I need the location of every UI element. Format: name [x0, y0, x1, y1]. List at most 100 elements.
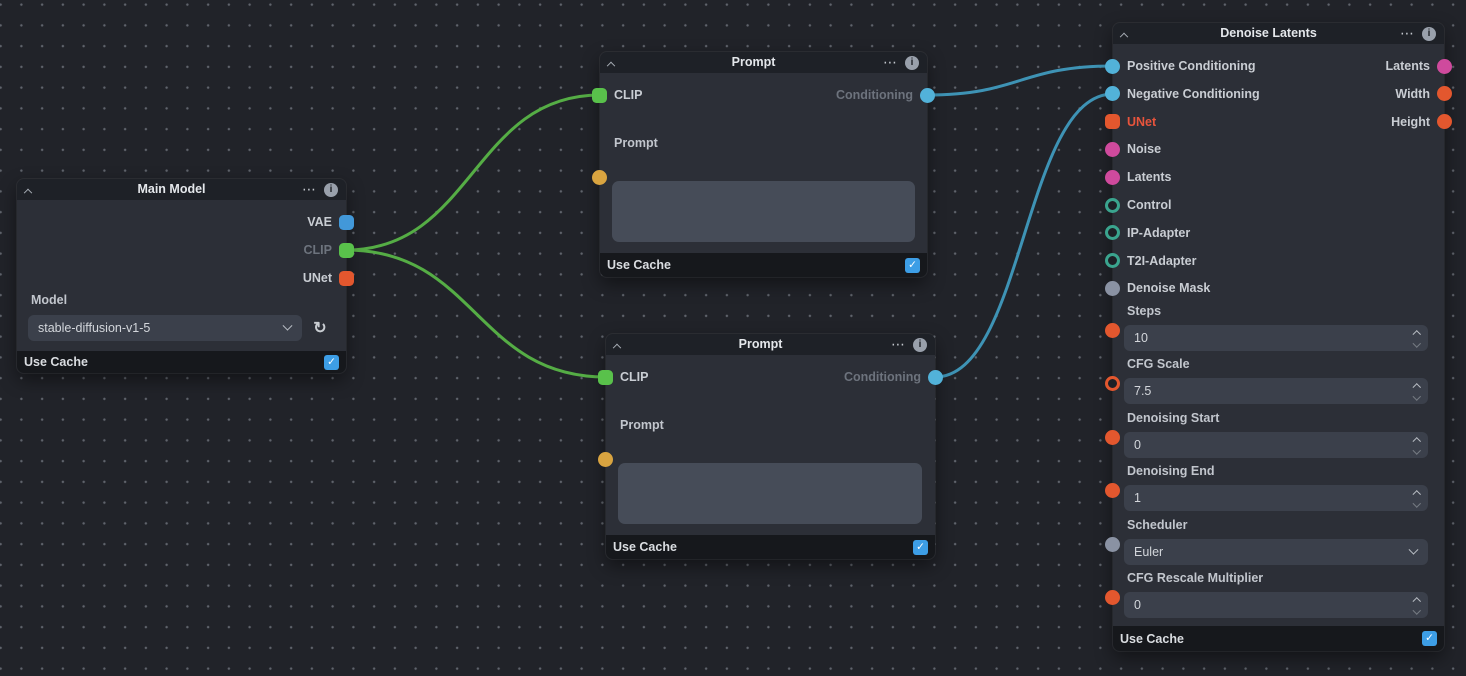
model-select[interactable]: stable-diffusion-v1-5 — [28, 315, 302, 341]
prompt-field-label: Prompt — [614, 135, 658, 152]
ip-adapter-input-handle[interactable] — [1105, 225, 1120, 240]
edge-prompt-2-conditioning-to-denoise-negative[interactable] — [935, 94, 1113, 377]
port-row-conditioning: Conditioning — [600, 82, 927, 108]
prompt-input-handle[interactable] — [592, 170, 607, 185]
cfg-rescale-value: 0 — [1134, 598, 1141, 612]
denoising-start-input[interactable]: 0 — [1124, 432, 1428, 458]
denoise-mask-input-handle[interactable] — [1105, 281, 1120, 296]
steps-label: Steps — [1127, 303, 1161, 320]
use-cache-label: Use Cache — [613, 540, 677, 554]
edge-prompt-1-conditioning-to-denoise-positive[interactable] — [927, 66, 1113, 95]
prompt-textarea[interactable] — [618, 463, 922, 524]
port-row-vae: VAE — [17, 209, 346, 235]
prompt-textarea[interactable] — [612, 181, 915, 242]
latents-output-handle[interactable] — [1437, 59, 1452, 74]
node-header[interactable]: Denoise Latents ⋯ i — [1113, 23, 1444, 44]
t2i-adapter-input-handle[interactable] — [1105, 253, 1120, 268]
node-title: Main Model — [47, 179, 296, 200]
port-row-clip: CLIP — [17, 237, 346, 263]
node-title: Denoise Latents — [1143, 23, 1394, 44]
clip-input-handle[interactable] — [598, 370, 613, 385]
use-cache-checkbox[interactable]: ✓ — [324, 355, 339, 370]
positive-conditioning-input-handle[interactable] — [1105, 59, 1120, 74]
clip-output-handle[interactable] — [339, 243, 354, 258]
port-row-noise: Noise — [1113, 136, 1444, 162]
use-cache-label: Use Cache — [24, 355, 88, 369]
conditioning-output-handle[interactable] — [928, 370, 943, 385]
node-info-icon[interactable]: i — [324, 183, 338, 197]
scheduler-input-handle[interactable] — [1105, 537, 1120, 552]
collapse-chevron-icon[interactable] — [608, 60, 620, 66]
cfg-scale-label: CFG Scale — [1127, 356, 1190, 373]
scheduler-value: Euler — [1134, 545, 1163, 559]
port-row-width-out: Width — [1113, 81, 1444, 107]
node-info-icon[interactable]: i — [913, 338, 927, 352]
node-header[interactable]: Main Model ⋯ i — [17, 179, 346, 200]
denoising-end-input[interactable]: 1 — [1124, 485, 1428, 511]
latents-input-handle[interactable] — [1105, 170, 1120, 185]
node-prompt-1: Prompt ⋯ i CLIP Conditioning Prompt Use … — [600, 52, 927, 277]
cfg-rescale-input-handle[interactable] — [1105, 590, 1120, 605]
node-header[interactable]: Prompt ⋯ i — [606, 334, 935, 355]
control-input-handle[interactable] — [1105, 198, 1120, 213]
prompt-input-handle[interactable] — [598, 452, 613, 467]
stepper-icons[interactable] — [1414, 598, 1420, 613]
cfg-rescale-label: CFG Rescale Multiplier — [1127, 570, 1263, 587]
width-output-handle[interactable] — [1437, 86, 1452, 101]
denoising-start-input-handle[interactable] — [1105, 430, 1120, 445]
refresh-models-icon[interactable]: ↻ — [309, 317, 331, 339]
stepper-icons[interactable] — [1414, 384, 1420, 399]
chevron-down-icon — [1410, 542, 1417, 556]
node-menu-icon[interactable]: ⋯ — [891, 337, 905, 351]
use-cache-checkbox[interactable]: ✓ — [913, 540, 928, 555]
denoising-end-label: Denoising End — [1127, 463, 1215, 480]
stepper-icons[interactable] — [1414, 438, 1420, 453]
collapse-chevron-icon[interactable] — [25, 187, 37, 193]
node-header[interactable]: Prompt ⋯ i — [600, 52, 927, 73]
port-row-ip-adapter: IP-Adapter — [1113, 220, 1444, 246]
node-menu-icon[interactable]: ⋯ — [302, 182, 316, 196]
conditioning-output-handle[interactable] — [920, 88, 935, 103]
edge-main-model-clip-to-prompt-2-clip[interactable] — [346, 250, 606, 377]
workflow-canvas[interactable]: Main Model ⋯ i VAE CLIP UNet Model stabl… — [0, 0, 1466, 676]
steps-input-handle[interactable] — [1105, 323, 1120, 338]
steps-input[interactable]: 10 — [1124, 325, 1428, 351]
node-menu-icon[interactable]: ⋯ — [1400, 26, 1414, 40]
use-cache-checkbox[interactable]: ✓ — [1422, 631, 1437, 646]
collapse-chevron-icon[interactable] — [614, 342, 626, 348]
port-row-unet: UNet — [17, 265, 346, 291]
denoising-start-label: Denoising Start — [1127, 410, 1219, 427]
stepper-icons[interactable] — [1414, 491, 1420, 506]
negative-conditioning-input-handle[interactable] — [1105, 86, 1120, 101]
use-cache-checkbox[interactable]: ✓ — [905, 258, 920, 273]
port-row-height-out: Height — [1113, 109, 1444, 135]
check-icon: ✓ — [916, 541, 925, 553]
port-row-control: Control — [1113, 192, 1444, 218]
unet-input-handle[interactable] — [1105, 114, 1120, 129]
node-title: Prompt — [630, 52, 877, 73]
vae-output-handle[interactable] — [339, 215, 354, 230]
height-output-handle[interactable] — [1437, 114, 1452, 129]
scheduler-label: Scheduler — [1127, 517, 1187, 534]
stepper-icons[interactable] — [1414, 331, 1420, 346]
node-prompt-2: Prompt ⋯ i CLIP Conditioning Prompt Use … — [606, 334, 935, 559]
scheduler-select[interactable]: Euler — [1124, 539, 1428, 565]
edge-main-model-clip-to-prompt-1-clip[interactable] — [346, 95, 600, 250]
cfg-scale-input-handle[interactable] — [1105, 376, 1120, 391]
node-info-icon[interactable]: i — [905, 56, 919, 70]
clip-input-handle[interactable] — [592, 88, 607, 103]
node-menu-icon[interactable]: ⋯ — [883, 55, 897, 69]
port-row-t2i-adapter: T2I-Adapter — [1113, 248, 1444, 274]
collapse-chevron-icon[interactable] — [1121, 31, 1133, 37]
denoising-end-input-handle[interactable] — [1105, 483, 1120, 498]
cfg-scale-value: 7.5 — [1134, 384, 1151, 398]
port-row-conditioning: Conditioning — [606, 364, 935, 390]
unet-output-handle[interactable] — [339, 271, 354, 286]
chevron-down-icon — [284, 318, 291, 332]
noise-input-handle[interactable] — [1105, 142, 1120, 157]
steps-value: 10 — [1134, 331, 1148, 345]
cfg-scale-input[interactable]: 7.5 — [1124, 378, 1428, 404]
node-info-icon[interactable]: i — [1422, 27, 1436, 41]
cfg-rescale-input[interactable]: 0 — [1124, 592, 1428, 618]
model-field-label: Model — [31, 292, 67, 309]
